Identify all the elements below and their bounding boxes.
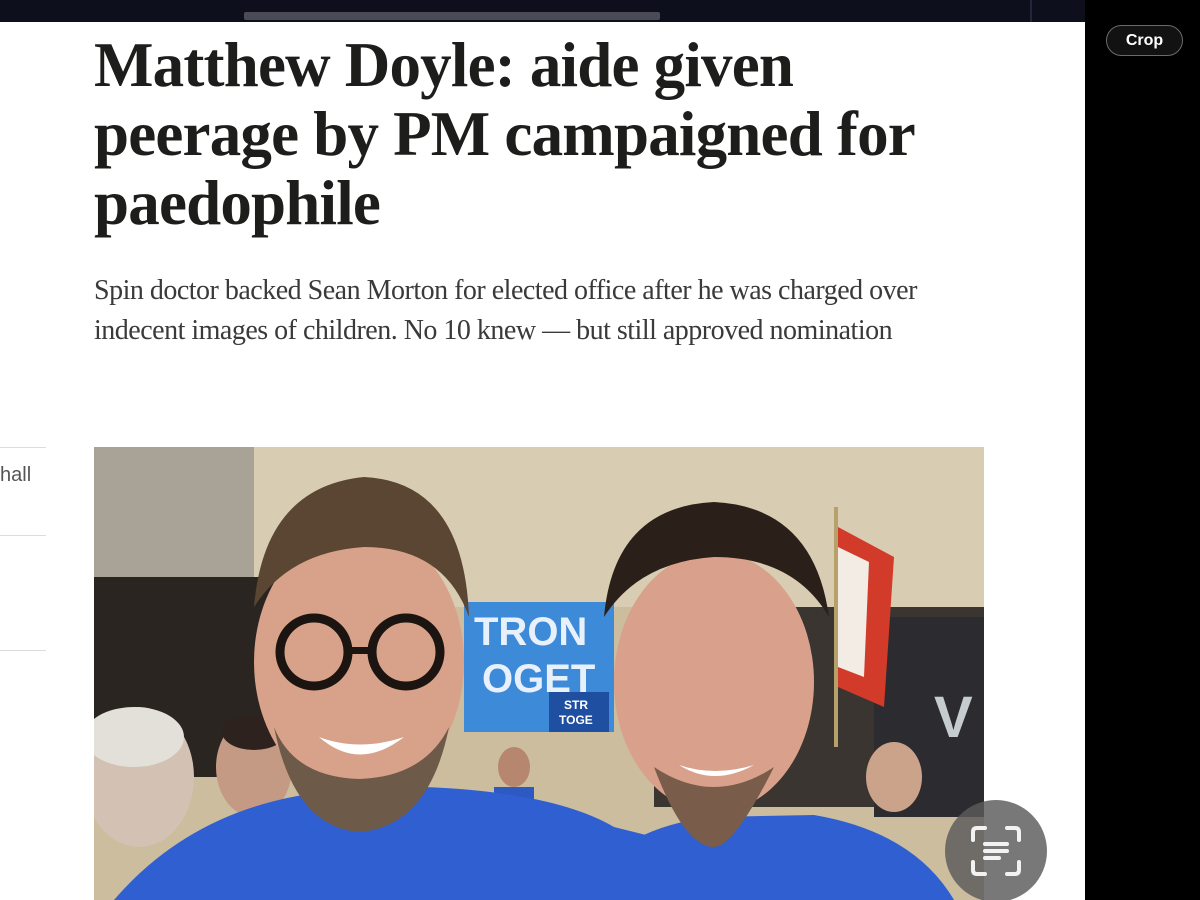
article-photo[interactable]: TRON OGET STR TOGE V — [94, 447, 984, 900]
crop-button[interactable]: Crop — [1106, 25, 1183, 56]
bar-divider — [1030, 0, 1032, 22]
side-divider — [0, 447, 46, 448]
progress-indicator — [244, 12, 660, 20]
background-letter: V — [934, 685, 973, 750]
article-standfirst: Spin doctor backed Sean Morton for elect… — [94, 275, 917, 346]
side-link-text[interactable]: hall — [0, 464, 31, 487]
photo-illustration: TRON OGET STR TOGE V — [94, 447, 984, 900]
side-divider — [0, 535, 46, 536]
text-scan-icon — [971, 826, 1021, 876]
right-side-panel — [1085, 0, 1200, 900]
sign-text-small: TOGE — [559, 713, 593, 727]
article-page: Matthew Doyle: aide given peerage by PM … — [0, 22, 1085, 900]
top-browser-bar — [0, 0, 1085, 22]
text-scan-button[interactable] — [945, 800, 1047, 900]
side-divider — [0, 650, 46, 651]
article-headline: Matthew Doyle: aide given peerage by PM … — [94, 30, 915, 238]
sign-text-small: STR — [564, 698, 588, 712]
sign-text: TRON — [474, 610, 587, 654]
